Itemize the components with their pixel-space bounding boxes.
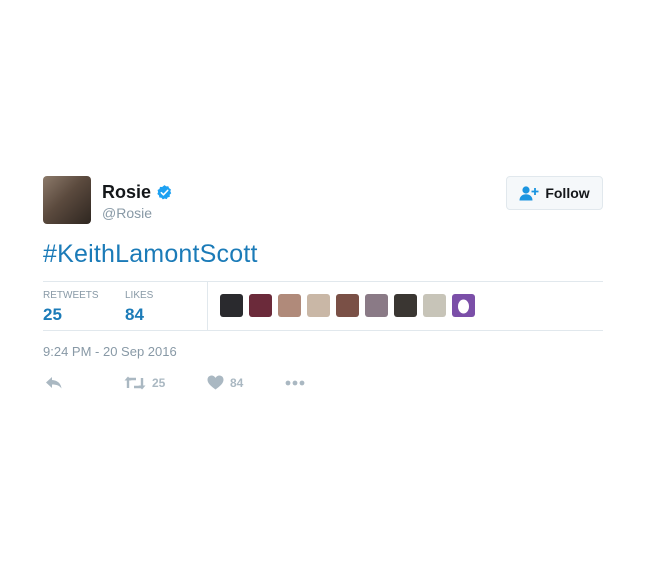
likes-stat[interactable]: LIKES 84 [125, 290, 153, 325]
liker-avatar[interactable] [220, 294, 243, 317]
tweet-actions: 25 84 [43, 375, 343, 395]
retweets-value: 25 [43, 305, 62, 324]
follow-button-label: Follow [545, 185, 590, 201]
more-dots-icon [285, 380, 305, 386]
verified-badge-icon [157, 185, 172, 200]
follow-button[interactable]: Follow [506, 176, 603, 210]
more-button[interactable] [285, 375, 305, 391]
tweet-hashtag-link[interactable]: #KeithLamontScott [43, 240, 258, 269]
liker-avatar[interactable] [423, 294, 446, 317]
liker-avatar[interactable] [365, 294, 388, 317]
likes-label: LIKES [125, 290, 154, 301]
author-name[interactable]: Rosie [102, 182, 151, 203]
retweet-count: 25 [152, 376, 166, 390]
like-button[interactable]: 84 [207, 375, 243, 390]
liker-avatar[interactable] [452, 294, 475, 317]
retweets-stat[interactable]: RETWEETS 25 [43, 290, 99, 325]
liker-avatar[interactable] [336, 294, 359, 317]
liker-avatar[interactable] [249, 294, 272, 317]
author-handle[interactable]: @Rosie [102, 205, 152, 221]
reply-button[interactable] [45, 375, 63, 391]
author-avatar[interactable] [43, 176, 91, 224]
retweets-label: RETWEETS [43, 290, 99, 301]
author-name-row: Rosie [102, 182, 173, 203]
likes-value: 84 [125, 305, 144, 324]
liker-avatar[interactable] [278, 294, 301, 317]
liker-avatar[interactable] [394, 294, 417, 317]
heart-icon [207, 375, 224, 390]
liker-avatars [220, 294, 481, 317]
egg-icon [458, 299, 469, 314]
add-user-icon [519, 186, 539, 201]
tweet-timestamp[interactable]: 9:24 PM - 20 Sep 2016 [43, 344, 177, 359]
reply-icon [46, 377, 62, 389]
like-count: 84 [230, 375, 244, 390]
liker-avatar[interactable] [307, 294, 330, 317]
retweet-icon [124, 376, 146, 390]
tweet-stats: RETWEETS 25 LIKES 84 [43, 281, 603, 331]
retweet-button[interactable]: 25 [124, 375, 165, 391]
stats-divider [207, 282, 208, 330]
